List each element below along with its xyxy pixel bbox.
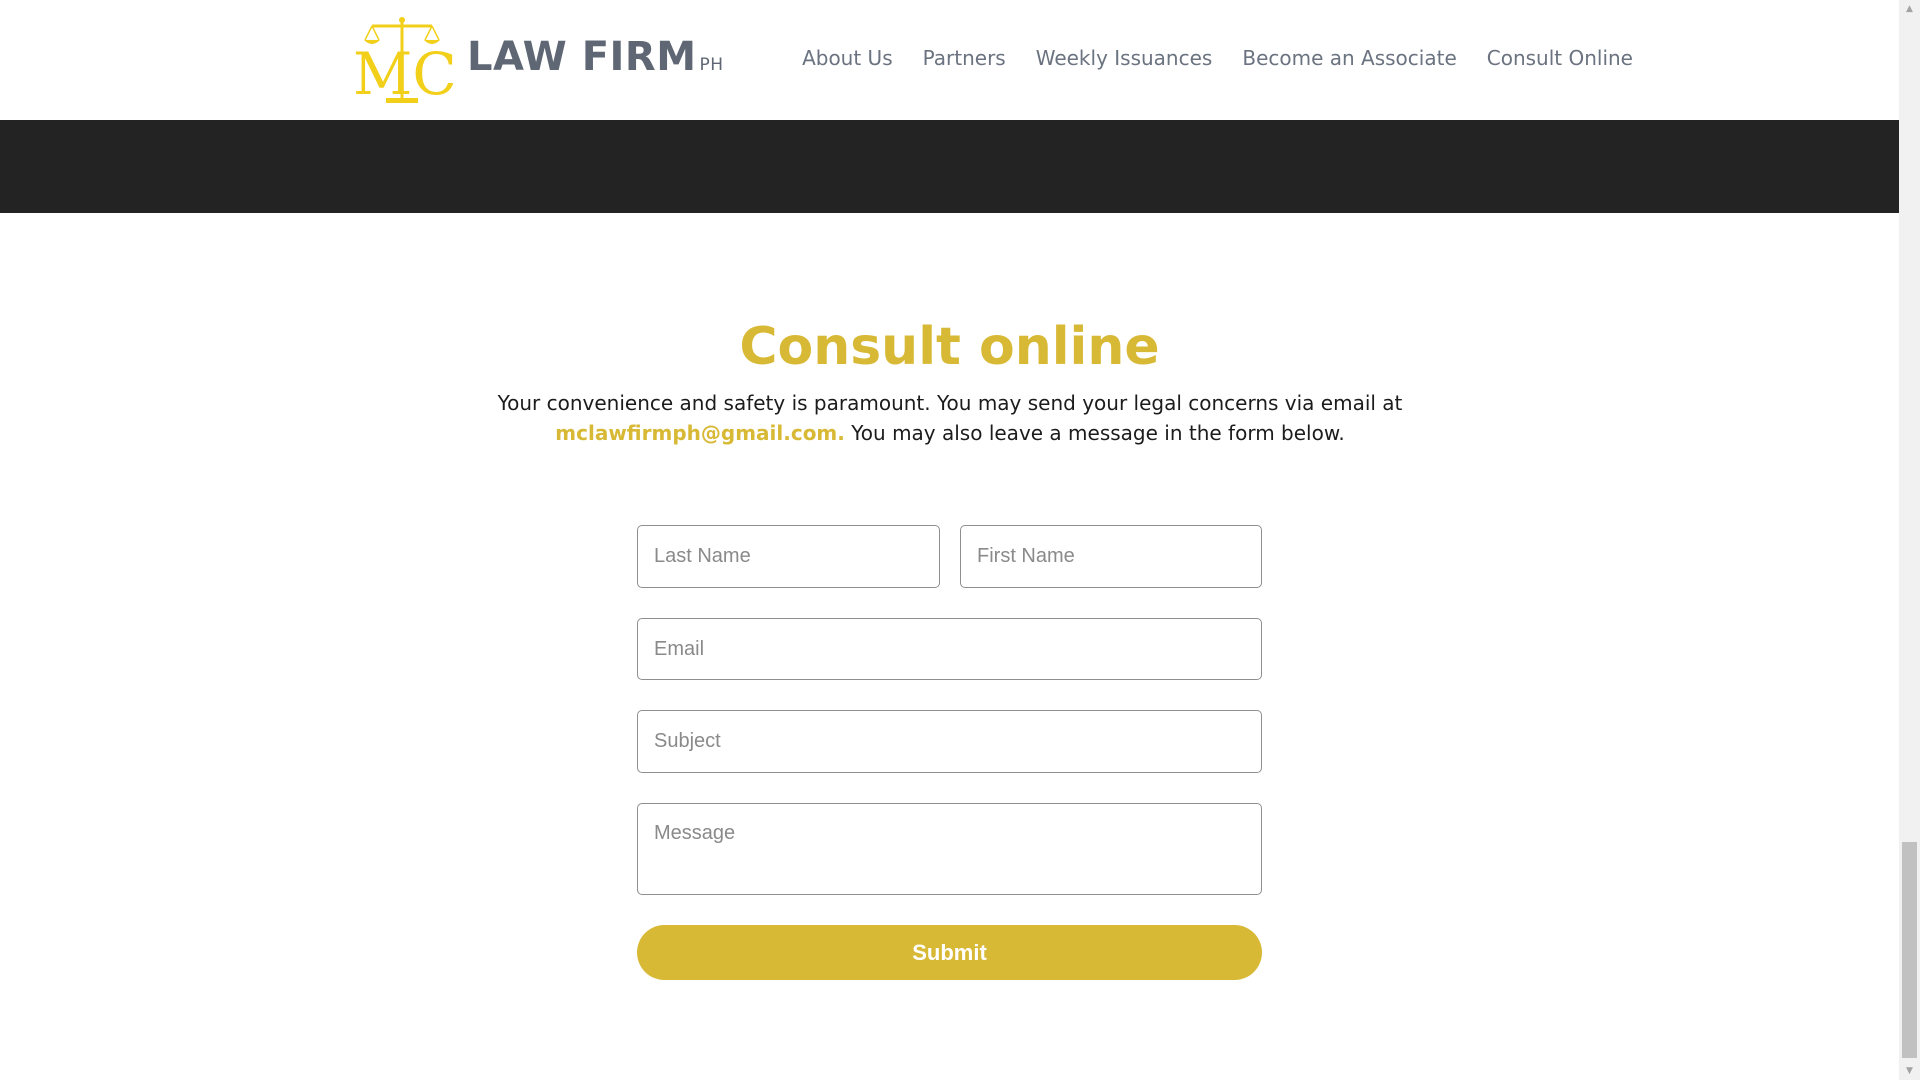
intro-text: Your convenience and safety is paramount… (497, 391, 1403, 415)
page-scrollbar[interactable]: ▲ ▼ (1899, 0, 1920, 1080)
scroll-thumb[interactable] (1902, 842, 1917, 1058)
intro-text-after: You may also leave a message in the form… (844, 421, 1345, 445)
brand-name[interactable]: LAW FIRM PH (467, 34, 724, 80)
logo-letters: MC (353, 40, 454, 106)
subject-input[interactable] (637, 710, 1262, 773)
hero-dark-band (0, 120, 1899, 213)
first-name-input[interactable] (960, 525, 1262, 588)
submit-button[interactable]: Submit (637, 925, 1262, 980)
brand-suffix: PH (699, 55, 724, 75)
mc-logo-icon[interactable]: MC (350, 16, 454, 106)
nav-about-us[interactable]: About Us (802, 46, 893, 70)
brand-title: LAW FIRM (467, 34, 697, 80)
email-link[interactable]: mclawfirmph@gmail.com. (555, 421, 845, 445)
section-title: Consult online (739, 317, 1160, 377)
site-header: MC LAW FIRM PH About Us Partners Weekly I… (0, 0, 1899, 120)
section-intro: Your convenience and safety is paramount… (450, 388, 1450, 448)
nav-consult-online[interactable]: Consult Online (1487, 46, 1633, 70)
nav-become-an-associate[interactable]: Become an Associate (1242, 46, 1456, 70)
nav-partners[interactable]: Partners (923, 46, 1006, 70)
nav-weekly-issuances[interactable]: Weekly Issuances (1036, 46, 1213, 70)
scroll-up-icon[interactable]: ▲ (1899, 0, 1920, 18)
email-input[interactable] (637, 618, 1262, 680)
last-name-input[interactable] (637, 525, 940, 588)
main-nav: About Us Partners Weekly Issuances Becom… (802, 46, 1633, 70)
message-textarea[interactable] (637, 803, 1262, 895)
scroll-down-icon[interactable]: ▼ (1899, 1062, 1920, 1080)
